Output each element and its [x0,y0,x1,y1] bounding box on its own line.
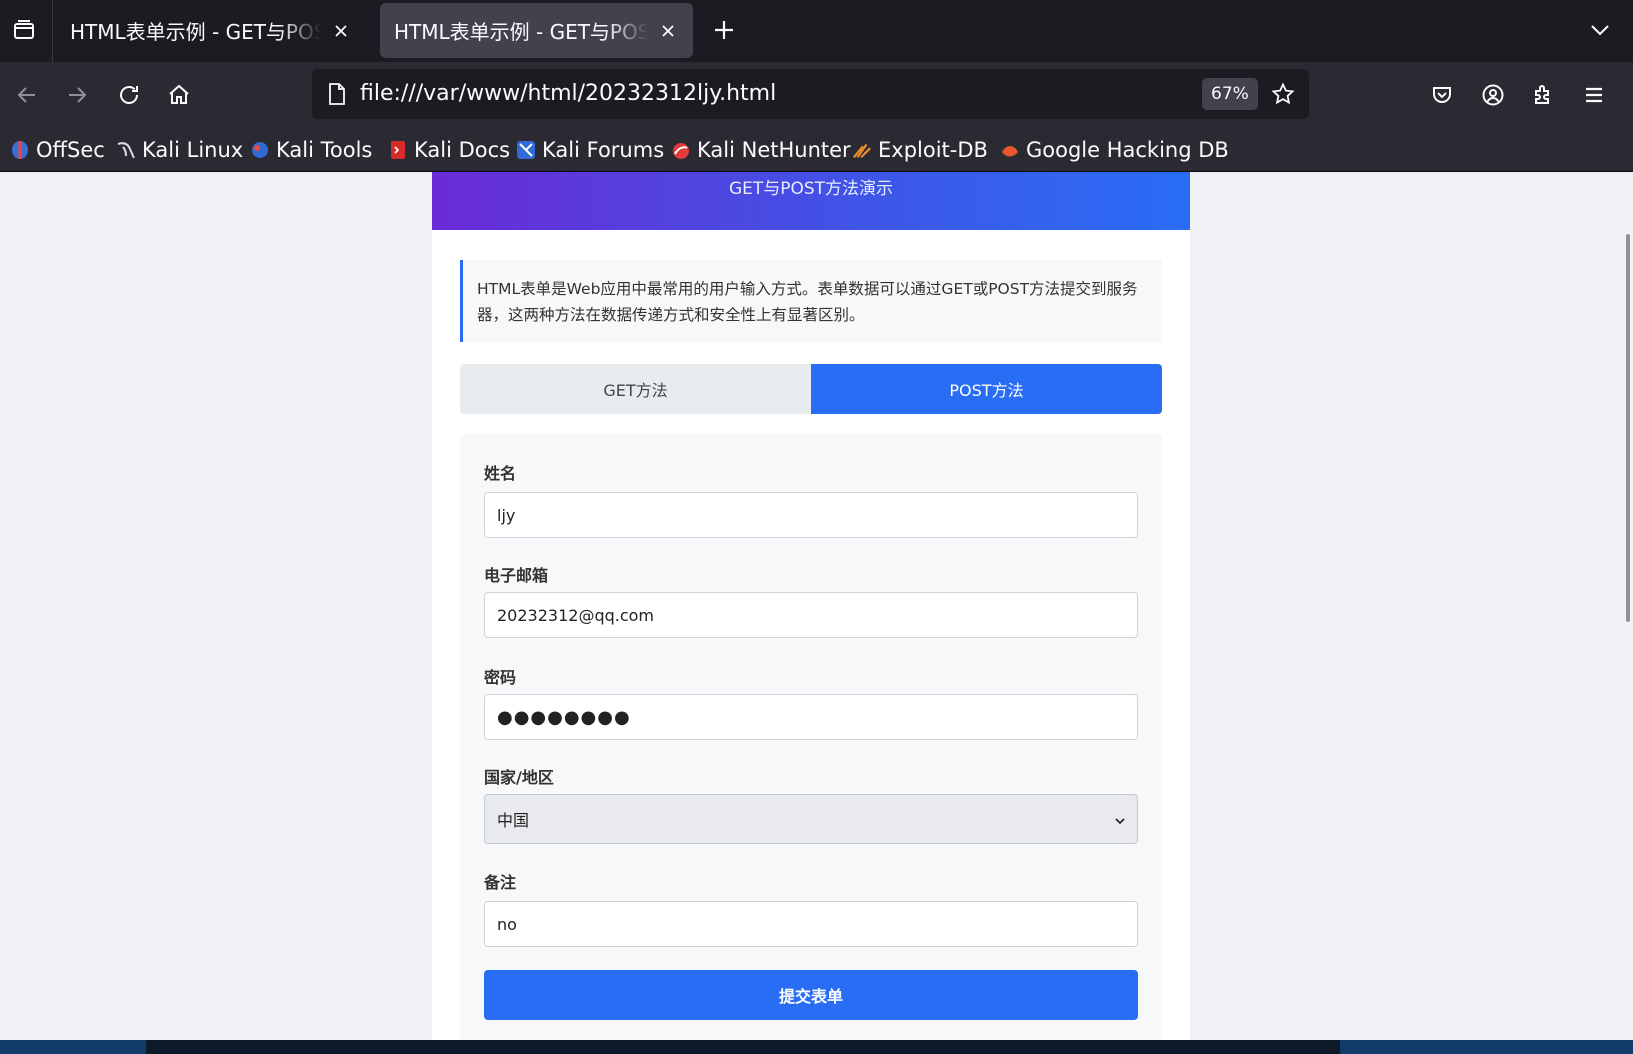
submit-button[interactable]: 提交表单 [484,970,1138,1020]
taskbar-tray-area[interactable] [1340,1040,1633,1054]
address-bar[interactable]: file:///var/www/html/20232312ljy.html 67… [312,69,1309,119]
page-subtitle: GET与POST方法演示 [728,179,894,199]
name-input[interactable]: ljy [484,492,1138,538]
bookmark-label: Kali NetHunter [697,138,851,162]
password-input[interactable]: ●●●●●●●● [484,694,1138,740]
bookmark-kali-forums[interactable]: Kali Forums [516,134,664,166]
tab-title: HTML表单示例 - GET与POST方法演示 [394,20,653,44]
browser-tab-2-active[interactable]: HTML表单示例 - GET与POST方法演示 [380,3,693,58]
ghdb-icon [1000,140,1020,160]
close-tab-icon[interactable] [330,20,352,42]
bookmark-label: OffSec [36,138,105,162]
tab-post-method[interactable]: POST方法 [811,364,1162,414]
password-value: ●●●●●●●● [497,706,631,728]
notes-label: 备注 [484,873,517,892]
email-value: 20232312@qq.com [497,605,655,625]
bookmark-label: Kali Docs [414,138,511,162]
url-text[interactable]: file:///var/www/html/20232312ljy.html [360,69,776,119]
country-label: 国家/地区 [484,768,554,787]
name-label: 姓名 [484,464,517,483]
hamburger-menu-icon[interactable] [1577,78,1611,112]
vertical-scrollbar[interactable] [1621,172,1633,1040]
bookmarks-toolbar: OffSec Kali Linux Kali Tools Kali Docs K… [0,128,1633,172]
pocket-icon[interactable] [1425,78,1459,112]
kali-forums-icon [516,140,536,160]
page-document-icon [324,81,350,107]
notes-input[interactable]: no [484,901,1138,947]
country-select[interactable]: 中国 [484,794,1138,844]
exploit-db-icon [852,140,872,160]
navigation-toolbar: file:///var/www/html/20232312ljy.html 67… [0,62,1633,128]
tab-bar: HTML表单示例 - GET与POST方法演示 HTML表单示例 - GET与P… [0,0,1633,62]
kali-tools-icon [250,140,270,160]
bookmark-kali-nethunter[interactable]: Kali NetHunter [671,134,851,166]
bookmark-star-icon[interactable] [1267,78,1299,110]
tab-separator [52,0,53,62]
bookmark-label: Kali Linux [142,138,244,162]
form-card: GET与POST方法演示 HTML表单是Web应用中最常用的用户输入方式。表单数… [432,172,1190,1040]
extensions-puzzle-icon[interactable] [1527,78,1561,112]
password-label: 密码 [484,668,517,687]
country-value: 中国 [497,811,530,830]
taskbar-start-area[interactable] [0,1040,146,1054]
bookmark-label: Google Hacking DB [1026,138,1229,162]
bookmark-google-hacking-db[interactable]: Google Hacking DB [1000,134,1229,166]
bookmark-kali-tools[interactable]: Kali Tools [250,134,372,166]
firefox-view-icon[interactable] [8,14,40,46]
bookmark-label: Kali Forums [542,138,665,162]
home-icon[interactable] [162,78,196,112]
forward-arrow-icon[interactable] [60,78,94,112]
browser-tab-1[interactable]: HTML表单示例 - GET与POST方法演示 [56,3,366,58]
notes-value: no [497,914,517,934]
nethunter-icon [671,140,691,160]
info-box: HTML表单是Web应用中最常用的用户输入方式。表单数据可以通过GET或POST… [460,260,1162,342]
page-viewport: GET与POST方法演示 HTML表单是Web应用中最常用的用户输入方式。表单数… [0,172,1633,1040]
scrollbar-thumb[interactable] [1626,234,1630,622]
email-input[interactable]: 20232312@qq.com [484,592,1138,638]
offsec-icon [10,140,30,160]
zoom-level-badge[interactable]: 67% [1202,78,1258,110]
account-icon[interactable] [1476,78,1510,112]
bookmark-label: Kali Tools [276,138,373,162]
desktop-taskbar [0,1040,1633,1054]
bookmark-label: Exploit-DB [878,138,988,162]
kali-dragon-icon [116,140,136,160]
new-tab-plus-icon[interactable] [708,14,740,46]
close-tab-icon[interactable] [657,20,679,42]
email-label: 电子邮箱 [484,566,549,585]
bookmark-kali-docs[interactable]: Kali Docs [388,134,510,166]
kali-docs-icon [388,140,408,160]
card-header: GET与POST方法演示 [432,172,1190,230]
bookmark-offsec[interactable]: OffSec [10,134,105,166]
post-form: 姓名 ljy 电子邮箱 20232312@qq.com 密码 ●●●●●●●● … [460,434,1162,1040]
tab-title: HTML表单示例 - GET与POST方法演示 [70,20,326,44]
reload-icon[interactable] [112,78,146,112]
bookmark-kali-linux[interactable]: Kali Linux [116,134,243,166]
method-tabs: GET方法 POST方法 [460,364,1162,414]
tab-get-method[interactable]: GET方法 [460,364,811,414]
bookmark-exploit-db[interactable]: Exploit-DB [852,134,988,166]
back-arrow-icon[interactable] [10,78,44,112]
list-all-tabs-chevron-icon[interactable] [1584,14,1616,46]
chevron-down-icon [1115,810,1125,829]
name-value: ljy [497,505,516,525]
